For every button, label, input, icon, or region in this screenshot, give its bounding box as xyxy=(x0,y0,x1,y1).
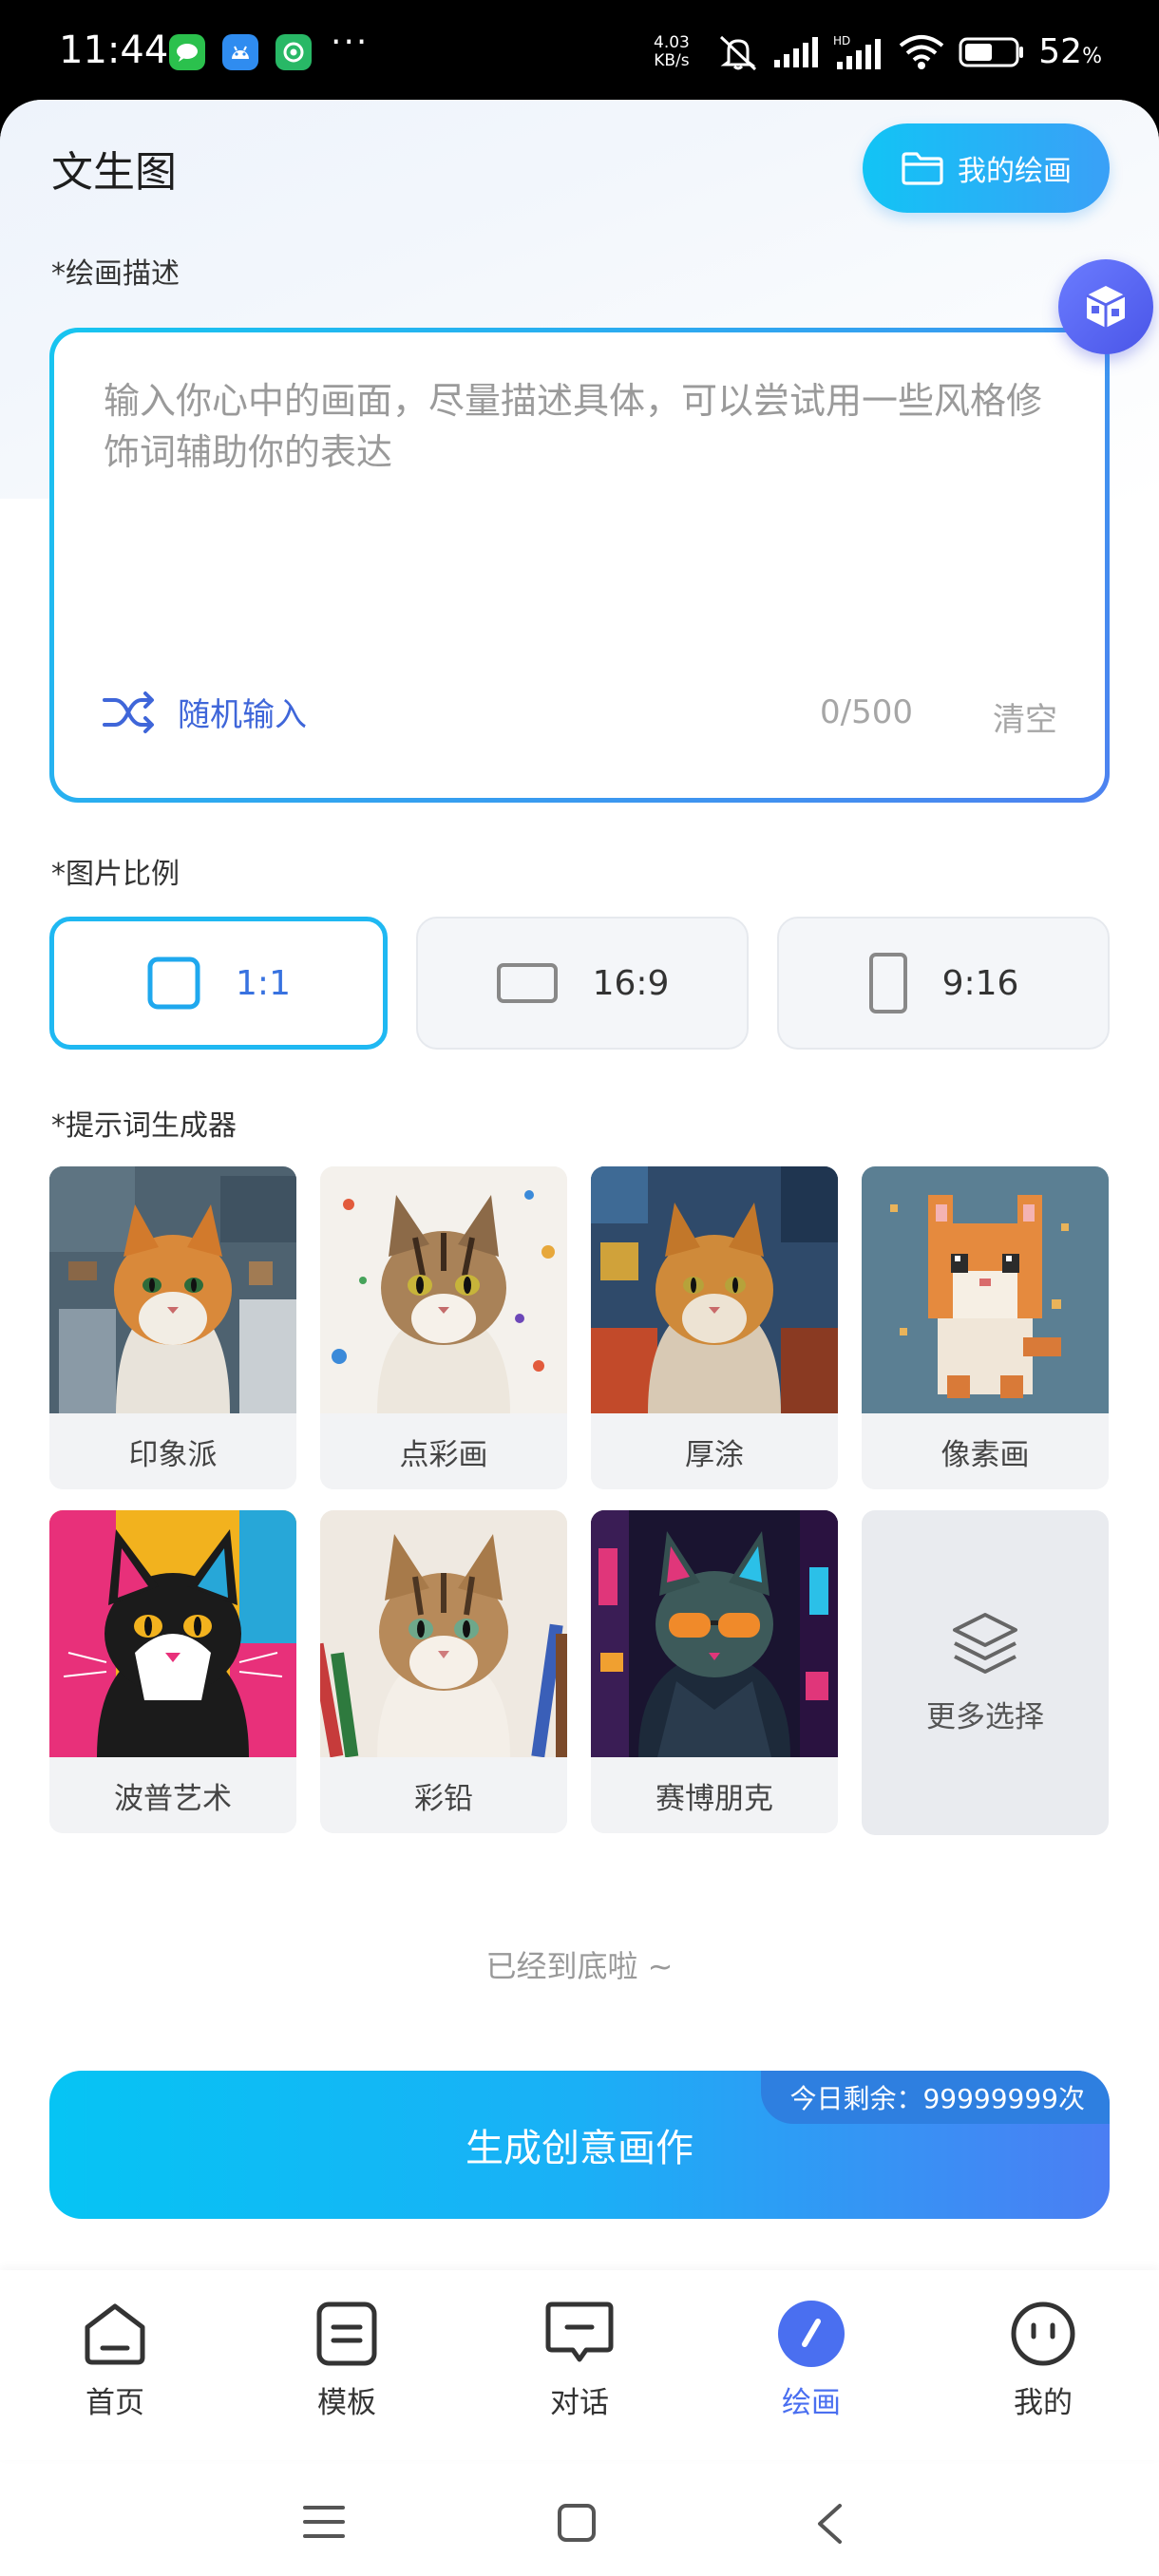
net-speed: 4.03 KB/s xyxy=(654,33,690,70)
description-label: *绘画描述 xyxy=(51,257,180,291)
mute-icon xyxy=(720,35,757,70)
style-tile-pop-art[interactable]: 波普艺术 xyxy=(49,1510,296,1833)
style-label: 彩铅 xyxy=(320,1757,567,1833)
svg-text:HD: HD xyxy=(833,34,850,47)
tab-profile[interactable]: 我的 xyxy=(967,2299,1119,2421)
style-label: 波普艺术 xyxy=(49,1757,296,1833)
prompt-generator-label: *提示词生成器 xyxy=(51,1109,237,1143)
profile-icon xyxy=(1011,2301,1075,2366)
status-time: 11:44 xyxy=(59,28,169,72)
ratio-option-9-16[interactable]: 9:16 xyxy=(777,917,1110,1050)
style-label: 赛博朋克 xyxy=(591,1757,838,1833)
tab-home[interactable]: 首页 xyxy=(39,2299,191,2421)
cat-impressionism-image xyxy=(49,1166,296,1413)
wifi-icon xyxy=(900,34,944,69)
remaining-quota-badge: 今日剩余：99999999次 xyxy=(761,2071,1110,2124)
more-notifications-icon: ··· xyxy=(331,23,370,62)
ratio-option-16-9[interactable]: 16:9 xyxy=(416,917,749,1050)
ratio-label: *图片比例 xyxy=(51,858,180,891)
cat-impasto-image xyxy=(591,1166,838,1413)
style-tile-pointillism[interactable]: 点彩画 xyxy=(320,1166,567,1489)
template-icon xyxy=(316,2301,377,2366)
style-tile-cyberpunk[interactable]: 赛博朋克 xyxy=(591,1510,838,1833)
battery-percent: 52% xyxy=(1038,32,1102,71)
cat-pixel-art-image xyxy=(862,1166,1109,1413)
folder-icon xyxy=(902,152,943,185)
shuffle-icon xyxy=(103,691,154,733)
square-icon xyxy=(147,957,200,1010)
style-label: 厚涂 xyxy=(591,1413,838,1489)
cube-icon xyxy=(1086,286,1126,328)
description-box: 输入你心中的画面，尽量描述具体，可以尝试用一些风格修饰词辅助你的表达 随机输入 … xyxy=(49,328,1110,803)
tab-drawing[interactable]: 绘画 xyxy=(735,2299,887,2421)
generate-button[interactable]: 生成创意画作 今日剩余：99999999次 xyxy=(49,2071,1110,2219)
battery-icon xyxy=(959,37,1024,66)
system-navigation-bar xyxy=(0,2465,1159,2576)
style-tile-colored-pencil[interactable]: 彩铅 xyxy=(320,1510,567,1833)
tab-chat[interactable]: 对话 xyxy=(504,2299,656,2421)
tab-template[interactable]: 模板 xyxy=(271,2299,423,2421)
char-count: 0/500 xyxy=(820,693,913,731)
style-tile-impasto[interactable]: 厚涂 xyxy=(591,1166,838,1489)
chat-icon xyxy=(545,2301,614,2362)
style-label: 点彩画 xyxy=(320,1413,567,1489)
app-screen: 文生图 我的绘画 *绘画描述 输入你心中的画面，尽量描述具体，可以尝试用一些风格… xyxy=(0,100,1159,2576)
home-icon xyxy=(85,2303,145,2365)
android-app-icon xyxy=(222,34,258,70)
layers-icon xyxy=(953,1612,1017,1674)
description-input[interactable]: 输入你心中的画面，尽量描述具体，可以尝试用一些风格修饰词辅助你的表达 xyxy=(104,375,1048,478)
clear-button[interactable]: 清空 xyxy=(993,693,1057,740)
ratio-selector: 1:1 16:9 9:16 xyxy=(49,917,1110,1050)
cat-pop-art-image xyxy=(49,1510,296,1757)
home-square-icon[interactable] xyxy=(557,2503,597,2543)
ratio-option-1-1[interactable]: 1:1 xyxy=(49,917,388,1050)
style-tile-pixel-art[interactable]: 像素画 xyxy=(862,1166,1109,1489)
random-input-button[interactable]: 随机输入 xyxy=(102,689,307,735)
cat-pointillism-image xyxy=(320,1166,567,1413)
style-tile-impressionism[interactable]: 印象派 xyxy=(49,1166,296,1489)
style-label: 印象派 xyxy=(49,1413,296,1489)
page-title: 文生图 xyxy=(51,148,177,197)
status-bar: 11:44 ··· 4.03 KB/s HD 52% xyxy=(0,0,1159,100)
more-styles-button[interactable]: 更多选择 xyxy=(862,1510,1109,1835)
back-icon[interactable] xyxy=(815,2503,844,2545)
portrait-rect-icon xyxy=(868,953,907,1013)
my-drawings-button[interactable]: 我的绘画 xyxy=(863,123,1110,213)
signal-hd-icon: HD xyxy=(833,34,882,69)
cat-colored-pencil-image xyxy=(320,1510,567,1757)
signal-icon xyxy=(774,36,819,67)
style-label: 像素画 xyxy=(862,1413,1109,1489)
floating-cube-button[interactable] xyxy=(1058,259,1153,354)
menu-icon[interactable] xyxy=(302,2503,346,2541)
cat-cyberpunk-image xyxy=(591,1510,838,1757)
message-app-icon xyxy=(169,34,205,70)
security-app-icon xyxy=(276,34,312,70)
bottom-tab-bar: 首页 模板 对话 绘画 我的 xyxy=(0,2270,1159,2460)
brush-icon xyxy=(778,2301,845,2367)
end-of-list-hint: 已经到底啦 ~ xyxy=(485,1948,674,1984)
landscape-rect-icon xyxy=(496,963,558,1003)
